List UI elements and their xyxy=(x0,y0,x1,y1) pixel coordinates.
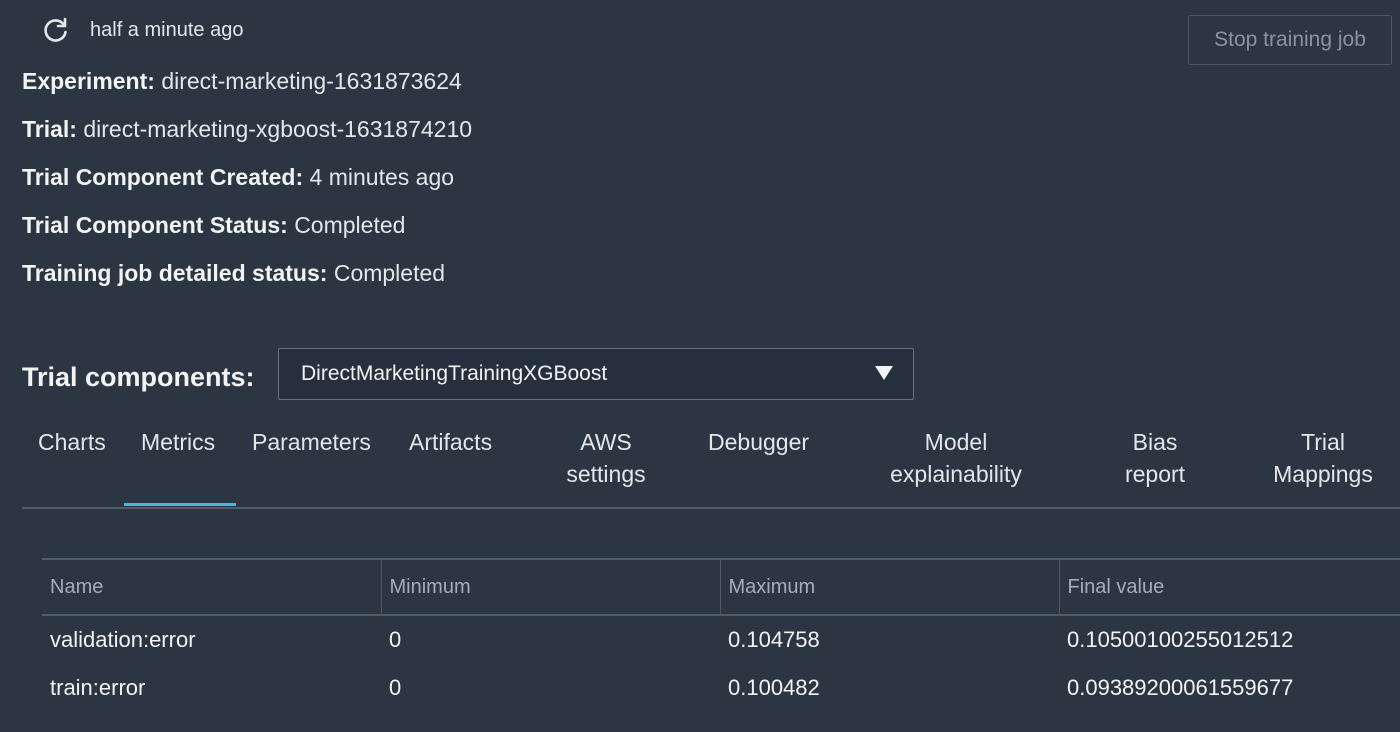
experiment-line: Experiment: direct-marketing-1631873624 xyxy=(22,68,462,95)
refresh-icon[interactable] xyxy=(42,16,70,44)
experiment-label: Experiment: xyxy=(22,68,155,94)
trial-line: Trial: direct-marketing-xgboost-16318742… xyxy=(22,116,472,143)
experiment-value: direct-marketing-1631873624 xyxy=(161,68,462,94)
metric-maximum: 0.104758 xyxy=(728,627,820,652)
job-status-label: Training job detailed status: xyxy=(22,260,328,286)
metrics-table: Name Minimum Maximum Final value validat… xyxy=(42,558,1400,712)
stop-training-job-button[interactable]: Stop training job xyxy=(1188,15,1392,65)
tab-bias-report[interactable]: Bias report xyxy=(1102,426,1208,490)
trial-component-status-line: Trial Component Status: Completed xyxy=(22,212,405,239)
tab-charts[interactable]: Charts xyxy=(38,426,106,458)
trial-label: Trial: xyxy=(22,116,77,142)
metric-final-value: 0.10500100255012512 xyxy=(1067,627,1294,652)
created-label: Trial Component Created: xyxy=(22,164,304,190)
column-header-final-value[interactable]: Final value xyxy=(1058,559,1400,616)
tab-debugger[interactable]: Debugger xyxy=(708,426,809,458)
table-header-row: Name Minimum Maximum Final value xyxy=(42,559,1400,616)
refresh-row: half a minute ago xyxy=(42,16,243,44)
created-value: 4 minutes ago xyxy=(309,164,455,190)
metric-final-value: 0.09389200061559677 xyxy=(1067,675,1294,700)
column-header-maximum[interactable]: Maximum xyxy=(719,559,1059,616)
training-job-status-line: Training job detailed status: Completed xyxy=(22,260,445,287)
status-label: Trial Component Status: xyxy=(22,212,288,238)
tab-metrics[interactable]: Metrics xyxy=(141,426,215,458)
metric-minimum: 0 xyxy=(389,627,402,652)
active-tab-indicator xyxy=(124,503,236,506)
caret-down-icon xyxy=(875,366,893,380)
trial-value: direct-marketing-xgboost-1631874210 xyxy=(83,116,473,142)
metric-name: validation:error xyxy=(50,627,196,652)
metric-maximum: 0.100482 xyxy=(728,675,820,700)
metric-minimum: 0 xyxy=(389,675,402,700)
tab-model-explainability[interactable]: Model explainability xyxy=(876,426,1036,490)
tab-trial-mappings[interactable]: Trial Mappings xyxy=(1264,426,1382,490)
trial-component-created-line: Trial Component Created: 4 minutes ago xyxy=(22,164,454,191)
tab-artifacts[interactable]: Artifacts xyxy=(409,426,492,458)
table-row: validation:error 0 0.104758 0.1050010025… xyxy=(42,615,1400,664)
tab-parameters[interactable]: Parameters xyxy=(252,426,371,458)
column-header-name[interactable]: Name xyxy=(42,559,381,616)
tab-bar: Charts Metrics Parameters Artifacts AWS s… xyxy=(22,420,1400,509)
trial-components-selected-value: DirectMarketingTrainingXGBoost xyxy=(301,362,608,385)
trial-components-label: Trial components: xyxy=(22,362,255,392)
trial-components-select[interactable]: DirectMarketingTrainingXGBoost xyxy=(278,348,914,400)
status-value: Completed xyxy=(294,212,406,238)
table-row: train:error 0 0.100482 0.093892000615596… xyxy=(42,664,1400,712)
metric-name: train:error xyxy=(50,675,146,700)
tab-aws-settings[interactable]: AWS settings xyxy=(556,426,656,490)
last-refreshed-timestamp: half a minute ago xyxy=(90,18,244,41)
job-status-value: Completed xyxy=(333,260,446,286)
column-header-minimum[interactable]: Minimum xyxy=(380,559,720,616)
